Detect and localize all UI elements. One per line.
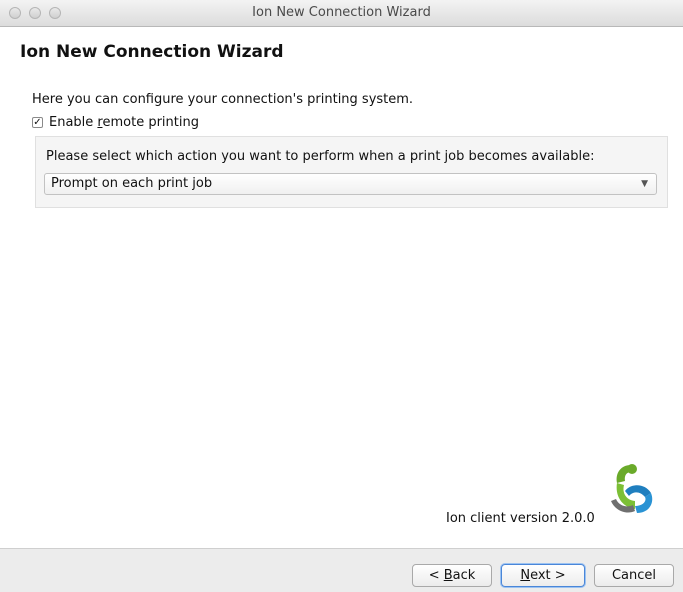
enable-remote-printing-checkbox[interactable]: ✓ bbox=[32, 117, 43, 128]
print-action-select-value: Prompt on each print job bbox=[51, 176, 213, 191]
cancel-button[interactable]: Cancel bbox=[594, 564, 674, 587]
print-action-label: Please select which action you want to p… bbox=[46, 149, 595, 164]
enable-remote-printing-row[interactable]: ✓ Enable remote printing bbox=[32, 115, 199, 130]
ion-logo-icon bbox=[611, 464, 653, 513]
print-action-select[interactable]: Prompt on each print job ▼ bbox=[44, 173, 657, 195]
enable-remote-printing-label: Enable remote printing bbox=[49, 115, 199, 130]
back-button[interactable]: < Back bbox=[412, 564, 492, 587]
next-button[interactable]: Next > bbox=[501, 564, 585, 587]
chevron-down-icon: ▼ bbox=[641, 179, 648, 189]
print-action-group: Please select which action you want to p… bbox=[35, 136, 668, 208]
title-bar: Ion New Connection Wizard bbox=[0, 0, 683, 27]
button-bar: < Back Next > Cancel bbox=[0, 548, 683, 592]
version-label: Ion client version 2.0.0 bbox=[446, 511, 595, 526]
page-title: Ion New Connection Wizard bbox=[20, 42, 284, 62]
checkmark-icon: ✓ bbox=[33, 117, 42, 128]
description-text: Here you can configure your connection's… bbox=[32, 92, 414, 107]
window-title: Ion New Connection Wizard bbox=[252, 5, 431, 20]
